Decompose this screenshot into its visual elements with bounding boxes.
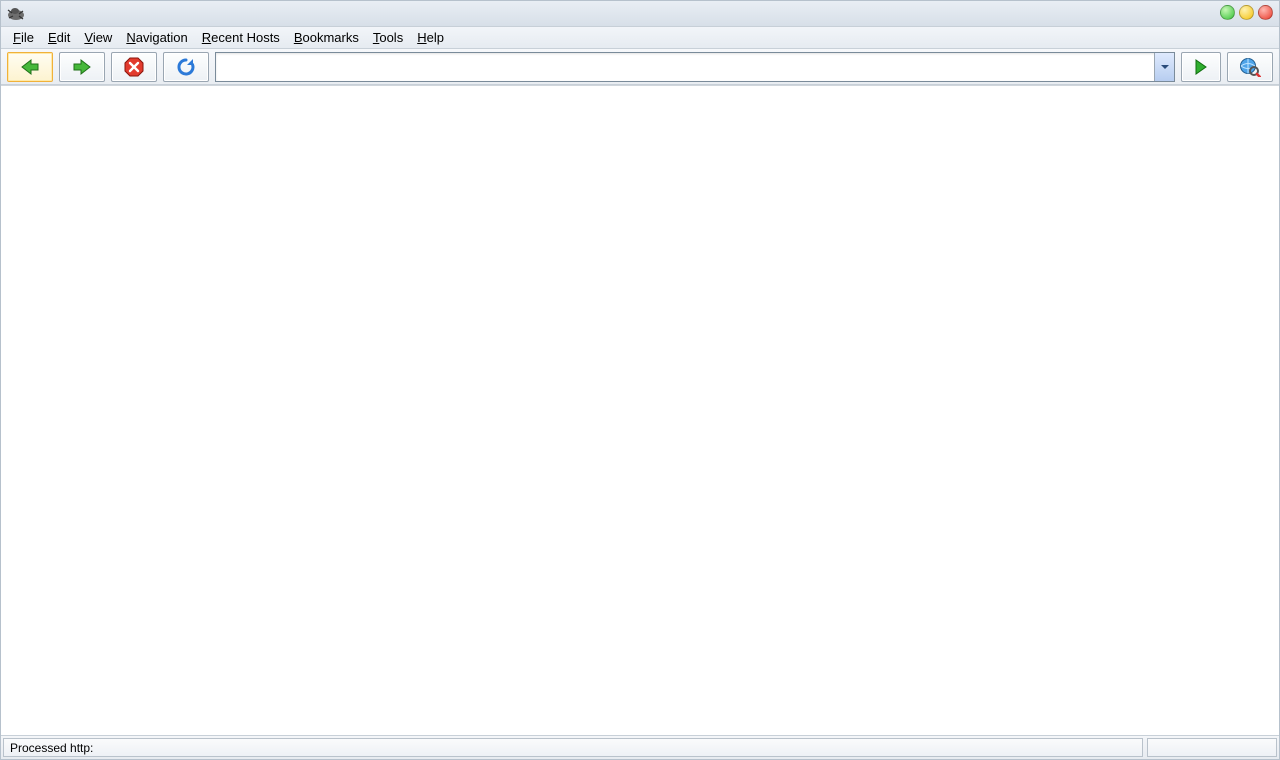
globe-search-icon bbox=[1239, 57, 1261, 77]
menu-bookmarks[interactable]: Bookmarks bbox=[288, 28, 365, 47]
go-button[interactable] bbox=[1181, 52, 1221, 82]
stop-icon bbox=[124, 57, 144, 77]
menu-tools[interactable]: Tools bbox=[367, 28, 409, 47]
app-icon bbox=[5, 3, 27, 25]
menu-navigation[interactable]: Navigation bbox=[120, 28, 193, 47]
address-dropdown-button[interactable] bbox=[1154, 53, 1174, 81]
stop-button[interactable] bbox=[111, 52, 157, 82]
reload-button[interactable] bbox=[163, 52, 209, 82]
toolbar bbox=[1, 49, 1279, 85]
menu-file[interactable]: File bbox=[7, 28, 40, 47]
reload-icon bbox=[176, 57, 196, 77]
menu-edit[interactable]: Edit bbox=[42, 28, 76, 47]
play-icon bbox=[1194, 59, 1208, 75]
menu-recent-hosts[interactable]: Recent Hosts bbox=[196, 28, 286, 47]
menu-help[interactable]: Help bbox=[411, 28, 450, 47]
status-text: Processed http: bbox=[3, 738, 1143, 757]
arrow-left-icon bbox=[19, 57, 41, 77]
chevron-down-icon bbox=[1160, 62, 1170, 72]
title-bar bbox=[1, 1, 1279, 27]
back-button[interactable] bbox=[7, 52, 53, 82]
minimize-button[interactable] bbox=[1220, 5, 1235, 20]
content-area bbox=[1, 85, 1279, 735]
address-input[interactable] bbox=[216, 53, 1154, 81]
window-controls bbox=[1220, 5, 1273, 20]
menu-bar: File Edit View Navigation Recent Hosts B… bbox=[1, 27, 1279, 49]
search-web-button[interactable] bbox=[1227, 52, 1273, 82]
menu-view[interactable]: View bbox=[78, 28, 118, 47]
maximize-button[interactable] bbox=[1239, 5, 1254, 20]
forward-button[interactable] bbox=[59, 52, 105, 82]
close-button[interactable] bbox=[1258, 5, 1273, 20]
arrow-right-icon bbox=[71, 57, 93, 77]
status-right-cell bbox=[1147, 738, 1277, 757]
status-bar: Processed http: bbox=[1, 735, 1279, 759]
address-bar bbox=[215, 52, 1175, 82]
